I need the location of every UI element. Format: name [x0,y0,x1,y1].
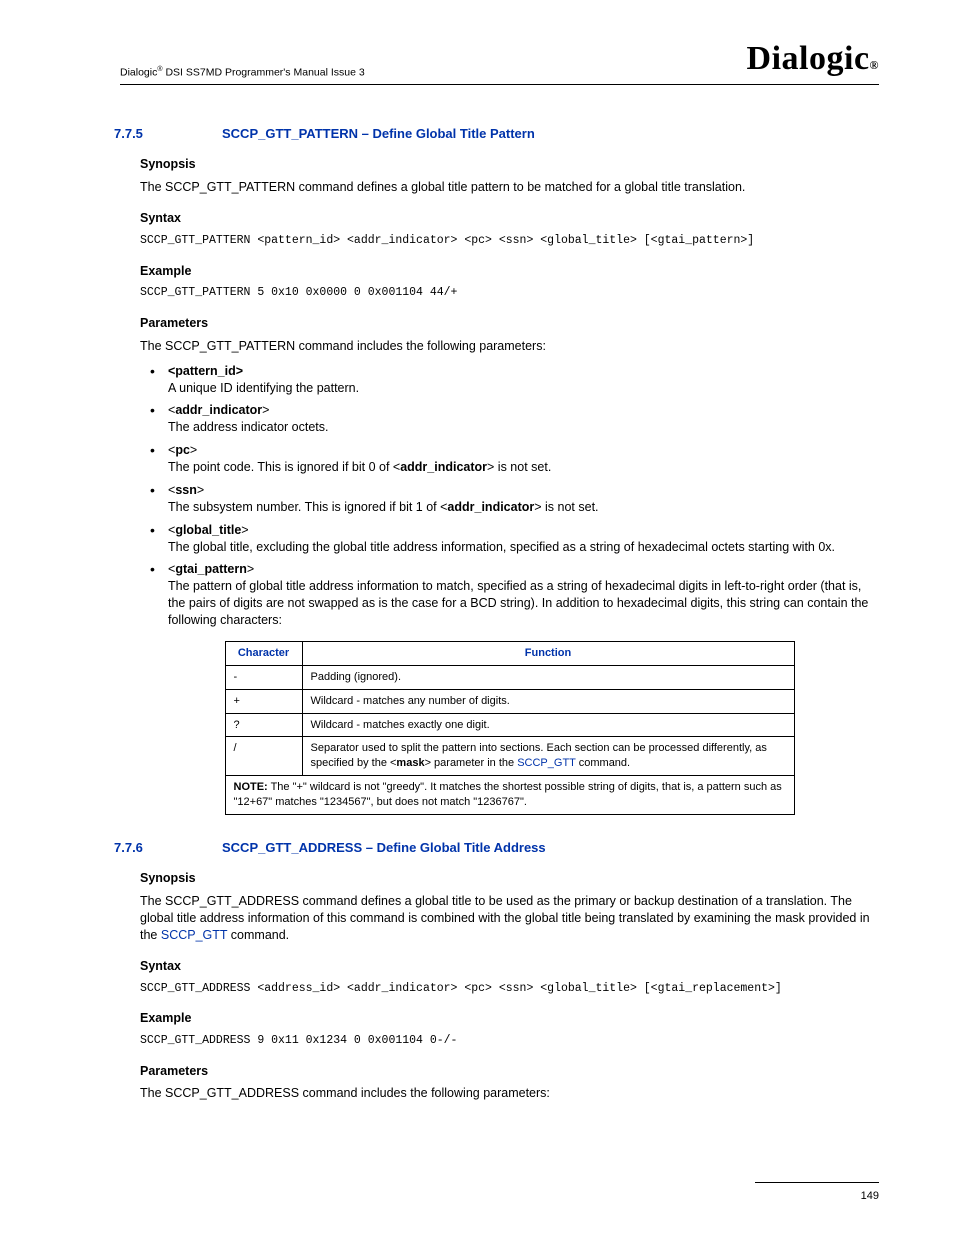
table-row: / Separator used to split the pattern in… [225,737,794,776]
section-title: SCCP_GTT_ADDRESS – Define Global Title A… [222,839,546,857]
list-item: <pc> The point code. This is ignored if … [150,442,879,476]
page-header: Dialogic® DSI SS7MD Programmer's Manual … [120,36,879,85]
synopsis-text: The SCCP_GTT_PATTERN command defines a g… [140,179,879,196]
syntax-heading: Syntax [140,210,879,227]
example-code: SCCP_GTT_PATTERN 5 0x10 0x0000 0 0x00110… [140,285,879,301]
sccp-gtt-link[interactable]: SCCP_GTT [517,757,575,769]
parameters-intro: The SCCP_GTT_ADDRESS command includes th… [140,1085,879,1102]
section-heading-776: 7.7.6 SCCP_GTT_ADDRESS – Define Global T… [114,839,879,857]
synopsis-heading: Synopsis [140,870,879,887]
table-header-function: Function [302,641,794,665]
table-header-character: Character [225,641,302,665]
example-heading: Example [140,263,879,280]
list-item: <global_title> The global title, excludi… [150,522,879,556]
table-note-row: NOTE: The "+" wildcard is not "greedy". … [225,776,794,815]
character-table: Character Function -Padding (ignored). +… [225,641,795,815]
parameters-heading: Parameters [140,315,879,332]
list-item: <pattern_id> A unique ID identifying the… [150,363,879,397]
section-title: SCCP_GTT_PATTERN – Define Global Title P… [222,125,535,143]
synopsis-text: The SCCP_GTT_ADDRESS command defines a g… [140,893,879,944]
section-number: 7.7.6 [114,839,166,857]
section-number: 7.7.5 [114,125,166,143]
syntax-code: SCCP_GTT_ADDRESS <address_id> <addr_indi… [140,981,879,997]
table-row: -Padding (ignored). [225,665,794,689]
page-number: 149 [861,1190,879,1202]
list-item: <ssn> The subsystem number. This is igno… [150,482,879,516]
example-heading: Example [140,1010,879,1027]
list-item: <gtai_pattern> The pattern of global tit… [150,561,879,629]
syntax-code: SCCP_GTT_PATTERN <pattern_id> <addr_indi… [140,233,879,249]
synopsis-heading: Synopsis [140,156,879,173]
brand-logo: Dialogic® [747,36,879,82]
sccp-gtt-link[interactable]: SCCP_GTT [161,928,227,942]
page-footer: 149 [755,1182,879,1204]
example-code: SCCP_GTT_ADDRESS 9 0x11 0x1234 0 0x00110… [140,1033,879,1049]
parameters-intro: The SCCP_GTT_PATTERN command includes th… [140,338,879,355]
header-doc-title: Dialogic® DSI SS7MD Programmer's Manual … [120,65,365,82]
section-heading-775: 7.7.5 SCCP_GTT_PATTERN – Define Global T… [114,125,879,143]
parameters-heading: Parameters [140,1063,879,1080]
syntax-heading: Syntax [140,958,879,975]
table-row: ?Wildcard - matches exactly one digit. [225,713,794,737]
parameters-list: <pattern_id> A unique ID identifying the… [150,363,879,629]
table-row: +Wildcard - matches any number of digits… [225,689,794,713]
list-item: <addr_indicator> The address indicator o… [150,402,879,436]
